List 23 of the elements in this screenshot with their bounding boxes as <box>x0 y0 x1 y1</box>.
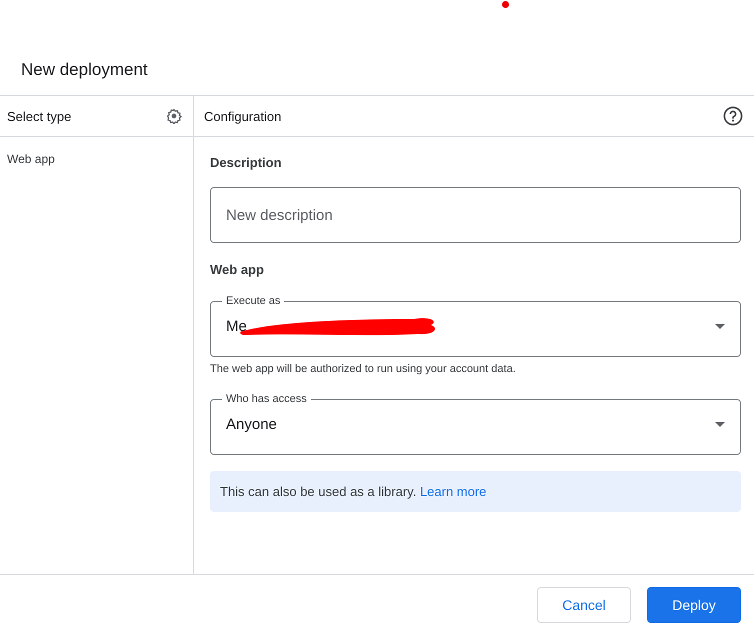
dropdown-field[interactable]: Who has access Anyone <box>210 393 741 455</box>
dropdown-field[interactable]: Execute as Me <box>210 295 741 357</box>
description-field[interactable]: New description <box>210 187 741 243</box>
caret-icon <box>715 324 725 328</box>
sidebar-item[interactable]: Web app <box>0 137 193 181</box>
field-label: Description <box>210 155 283 170</box>
column-heading: Configuration <box>204 108 282 124</box>
field-value: Anyone <box>226 416 278 432</box>
deploy-button[interactable]: Deploy <box>647 587 741 623</box>
field-label: Execute as <box>225 295 282 308</box>
help-icon[interactable] <box>723 106 743 126</box>
column-heading: Select type <box>7 108 72 124</box>
info-text: This can also be used as a library. <box>220 484 416 499</box>
caret-icon <box>715 422 725 426</box>
field-label: Who has access <box>225 393 308 406</box>
notification-dot <box>502 1 509 8</box>
cancel-button[interactable]: Cancel <box>537 587 631 623</box>
field-value: Me <box>226 318 248 334</box>
helper-text: The web app will be authorized to run using your account data. <box>210 363 517 375</box>
dialog-title: New deployment <box>20 59 149 81</box>
settings-icon[interactable] <box>166 108 182 124</box>
learn-more-link[interactable]: Learn more <box>420 484 486 499</box>
section-heading: Web app <box>210 262 265 277</box>
